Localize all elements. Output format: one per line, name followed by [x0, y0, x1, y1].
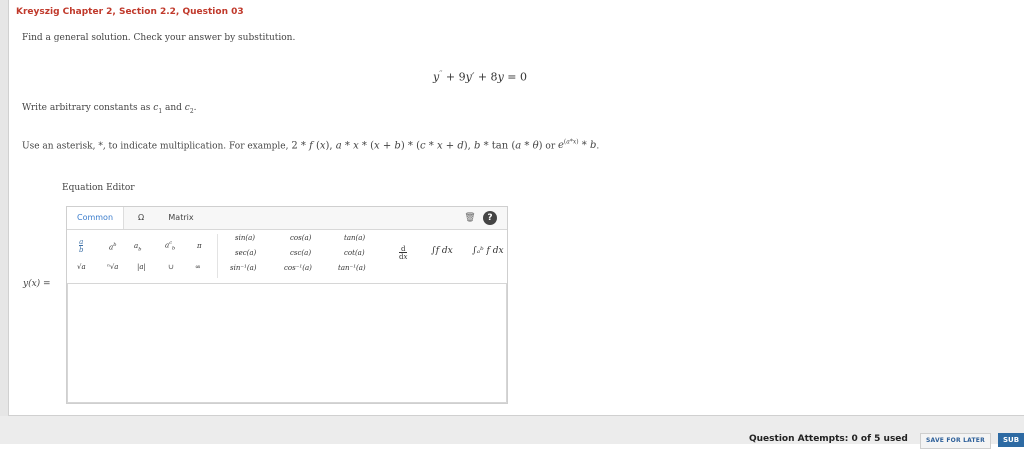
subscript-button[interactable]: ab: [134, 242, 141, 252]
differential-equation: y′′ + 9y′ + 8y = 0: [433, 70, 527, 84]
subsup-button[interactable]: acb: [165, 240, 175, 252]
tab-matrix[interactable]: Matrix: [163, 207, 199, 229]
arcsin-button[interactable]: sin⁻¹(a): [230, 264, 256, 272]
sqrt-button[interactable]: √a: [77, 263, 86, 271]
tab-common[interactable]: Common: [67, 207, 124, 229]
question-attempts: Question Attempts: 0 of 5 used: [749, 434, 908, 444]
abs-button[interactable]: |a|: [137, 263, 146, 271]
integral-button[interactable]: ∫f dx: [431, 246, 453, 256]
csc-button[interactable]: csc(a): [290, 249, 311, 257]
sec-button[interactable]: sec(a): [235, 249, 256, 257]
infinity-button[interactable]: ∞: [195, 263, 201, 271]
multiplication-note: Use an asterisk, *, to indicate multipli…: [22, 139, 600, 152]
sin-button[interactable]: sin(a): [235, 234, 255, 242]
palette-divider: [217, 234, 218, 278]
equation-editor: Common Ω Matrix 🗑 ? ab ab ab acb π √a ⁿ√…: [66, 206, 508, 404]
answer-label: y(x) =: [23, 279, 51, 289]
tab-symbols[interactable]: Ω: [129, 207, 153, 229]
tan-button[interactable]: tan(a): [344, 234, 365, 242]
derivative-button[interactable]: d dx: [399, 245, 408, 261]
arccos-button[interactable]: cos⁻¹(a): [284, 264, 312, 272]
question-prompt: Find a general solution. Check your answ…: [22, 33, 296, 43]
left-frame: [0, 0, 8, 444]
constants-note: Write arbitrary constants as c1 and c2.: [22, 103, 197, 115]
cos-button[interactable]: cos(a): [290, 234, 311, 242]
frame-border: [8, 0, 9, 416]
cot-button[interactable]: cot(a): [344, 249, 365, 257]
union-button[interactable]: ∪: [168, 263, 174, 271]
symbol-palette: ab ab ab acb π √a ⁿ√a |a| ∪ ∞ sin(a) sec…: [67, 230, 507, 282]
nthroot-button[interactable]: ⁿ√a: [107, 263, 118, 271]
arctan-button[interactable]: tan⁻¹(a): [338, 264, 366, 272]
power-button[interactable]: ab: [109, 242, 116, 251]
question-title: Kreyszig Chapter 2, Section 2.2, Questio…: [16, 7, 244, 17]
pi-button[interactable]: π: [197, 242, 202, 250]
definite-integral-button[interactable]: ∫ₐᵇ f dx: [472, 246, 504, 256]
equation-editor-label: Equation Editor: [62, 183, 135, 193]
answer-input[interactable]: [67, 283, 507, 403]
save-for-later-button[interactable]: SAVE FOR LATER: [920, 433, 991, 449]
trash-icon[interactable]: 🗑: [463, 211, 477, 225]
fraction-button[interactable]: ab: [79, 238, 84, 254]
submit-button[interactable]: SUB: [998, 433, 1024, 447]
help-icon[interactable]: ?: [483, 211, 497, 225]
editor-tabs: Common Ω Matrix 🗑 ?: [67, 207, 507, 230]
